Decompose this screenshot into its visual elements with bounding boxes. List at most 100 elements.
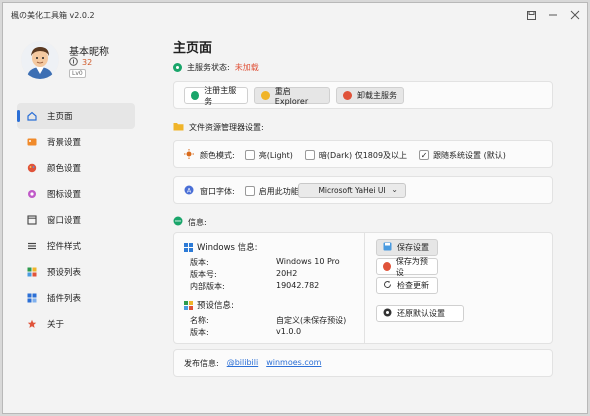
website-link[interactable]: winmoes.com xyxy=(266,358,321,369)
windows-build-key: 内部版本: xyxy=(190,282,225,291)
page-title: 主页面 xyxy=(173,41,213,56)
windows-version-value: Windows 10 Pro xyxy=(276,257,340,266)
light-mode-checkbox[interactable]: 亮(Light) xyxy=(244,150,293,161)
save-settings-button[interactable]: 保存设置 xyxy=(376,239,438,256)
uninstall-icon xyxy=(343,91,352,100)
sidebar-item-home[interactable]: 主页面 xyxy=(17,103,135,129)
uninstall-service-label: 卸载主服务 xyxy=(357,91,397,100)
restart-icon xyxy=(261,91,270,100)
checkbox-box xyxy=(244,150,255,160)
follow-system-checkbox[interactable]: ✓ 跟随系统设置 (默认) xyxy=(419,150,506,161)
font-icon: A xyxy=(184,185,194,197)
register-service-button[interactable]: 注册主服务 xyxy=(184,85,248,106)
font-select[interactable]: Microsoft YaHei UI ⌄ xyxy=(298,183,406,198)
service-status-value: 未加载 xyxy=(234,63,259,72)
service-status-label: 主服务状态: xyxy=(187,63,230,72)
follow-system-label: 跟随系统设置 (默认) xyxy=(433,150,506,160)
level-badge: Lv0 xyxy=(69,69,86,78)
sidebar-item-label: 背景设置 xyxy=(47,138,82,148)
checkbox-box xyxy=(244,186,255,196)
sidebar-item-label: 关于 xyxy=(47,320,65,330)
close-icon[interactable] xyxy=(565,7,585,23)
save-window-icon[interactable] xyxy=(521,7,541,23)
sidebar-item-label: 插件列表 xyxy=(47,294,82,304)
windows-release-key: 版本号: xyxy=(190,270,217,279)
dark-mode-label: 暗(Dark) 仅1809及以上 xyxy=(318,150,408,160)
window-title: 楓の美化工具箱 v2.0.2 xyxy=(11,11,95,20)
save-preset-label: 保存为预设 xyxy=(395,256,428,277)
plugin-icon xyxy=(27,293,37,303)
font-row: A 窗口字体: 启用此功能 xyxy=(184,185,299,197)
sidebar-item-presets[interactable]: 预设列表 xyxy=(17,259,135,285)
coin-icon xyxy=(69,57,78,68)
explorer-settings-label: 文件资源管理器设置: xyxy=(189,123,264,132)
sidebar-item-label: 窗口设置 xyxy=(47,216,82,226)
about-icon xyxy=(27,319,37,329)
palette-icon xyxy=(27,163,37,173)
publish-label: 发布信息: xyxy=(184,359,219,368)
controls-icon xyxy=(27,241,37,251)
window-icon xyxy=(27,215,37,225)
sidebar-item-background[interactable]: 背景设置 xyxy=(17,129,135,155)
preset-icon xyxy=(184,301,193,310)
preset-version-value: v1.0.0 xyxy=(276,327,302,336)
bilibili-link[interactable]: @bilibili xyxy=(227,358,259,369)
windows-release-value: 20H2 xyxy=(276,269,298,278)
preset-name-key: 名称: xyxy=(190,316,209,325)
service-status: 主服务状态: 未加载 xyxy=(173,62,259,73)
publish-row: 发布信息: @bilibili winmoes.com xyxy=(184,358,321,369)
folder-icon xyxy=(173,122,184,133)
color-mode-row: 颜色模式: 亮(Light) 暗(Dark) 仅1809及以上 ✓ 跟随系统设置 … xyxy=(184,149,506,161)
sidebar-item-window[interactable]: 窗口设置 xyxy=(17,207,135,233)
save-preset-button[interactable]: 保存为预设 xyxy=(376,256,438,277)
sidebar-item-color[interactable]: 颜色设置 xyxy=(17,155,135,181)
info-icon xyxy=(173,216,183,228)
restore-defaults-button[interactable]: 还原默认设置 xyxy=(376,305,464,322)
enable-font-label: 启用此功能 xyxy=(258,186,299,196)
sidebar-item-label: 主页面 xyxy=(47,112,73,122)
info-heading: 信息: xyxy=(173,216,207,228)
coin-display: 32 xyxy=(69,57,92,68)
explorer-settings-heading: 文件资源管理器设置: xyxy=(173,122,264,133)
windows-version-key: 版本: xyxy=(190,258,209,267)
preset-info-heading: 预设信息: xyxy=(184,299,234,311)
windows-info-heading-label: Windows 信息: xyxy=(197,243,258,253)
restart-explorer-label: 重启Explorer xyxy=(274,86,309,106)
dark-mode-checkbox[interactable]: 暗(Dark) 仅1809及以上 xyxy=(304,150,408,161)
light-mode-label: 亮(Light) xyxy=(258,150,293,160)
preset-name-value: 自定义(未保存预设) xyxy=(276,316,347,325)
user-nickname: 基本昵称 xyxy=(69,47,109,58)
sidebar-item-about[interactable]: 关于 xyxy=(17,311,135,337)
minimize-icon[interactable] xyxy=(543,7,563,23)
preset-list-icon xyxy=(27,267,37,277)
app-window: 楓の美化工具箱 v2.0.2 基本昵称 32 Lv0 主页面 背景设置 颜色设置… xyxy=(2,2,588,414)
publish-card: 发布信息: @bilibili winmoes.com xyxy=(173,349,553,377)
save-settings-label: 保存设置 xyxy=(397,243,429,252)
font-card: A 窗口字体: 启用此功能 Microsoft YaHei UI ⌄ xyxy=(173,176,553,204)
sidebar-item-icons[interactable]: 图标设置 xyxy=(17,181,135,207)
restore-defaults-label: 还原默认设置 xyxy=(397,309,445,318)
restore-icon xyxy=(383,308,392,319)
sidebar-item-label: 控件样式 xyxy=(47,242,82,252)
service-button-card: 注册主服务 重启Explorer 卸载主服务 xyxy=(173,81,553,109)
restart-explorer-button[interactable]: 重启Explorer xyxy=(254,86,330,106)
save-icon xyxy=(383,242,392,253)
font-select-value: Microsoft YaHei UI xyxy=(318,186,386,195)
avatar[interactable] xyxy=(21,41,59,79)
color-mode-label: 颜色模式: xyxy=(200,150,235,160)
preset-version-key: 版本: xyxy=(190,328,209,337)
windows-logo-icon xyxy=(184,243,193,252)
info-divider xyxy=(364,233,365,343)
title-bar: 楓の美化工具箱 v2.0.2 xyxy=(3,3,587,27)
checkbox-box xyxy=(304,150,315,160)
home-icon xyxy=(27,111,37,121)
sidebar-item-controls[interactable]: 控件样式 xyxy=(17,233,135,259)
color-mode-card: 颜色模式: 亮(Light) 暗(Dark) 仅1809及以上 ✓ 跟随系统设置 … xyxy=(173,140,553,168)
register-service-label: 注册主服务 xyxy=(204,85,237,106)
background-icon xyxy=(27,137,37,147)
enable-font-checkbox[interactable]: 启用此功能 xyxy=(244,186,299,197)
sidebar-item-plugins[interactable]: 插件列表 xyxy=(17,285,135,311)
icon-settings-icon xyxy=(27,189,37,199)
uninstall-service-button[interactable]: 卸载主服务 xyxy=(336,87,404,104)
check-update-button[interactable]: 检查更新 xyxy=(376,277,438,294)
